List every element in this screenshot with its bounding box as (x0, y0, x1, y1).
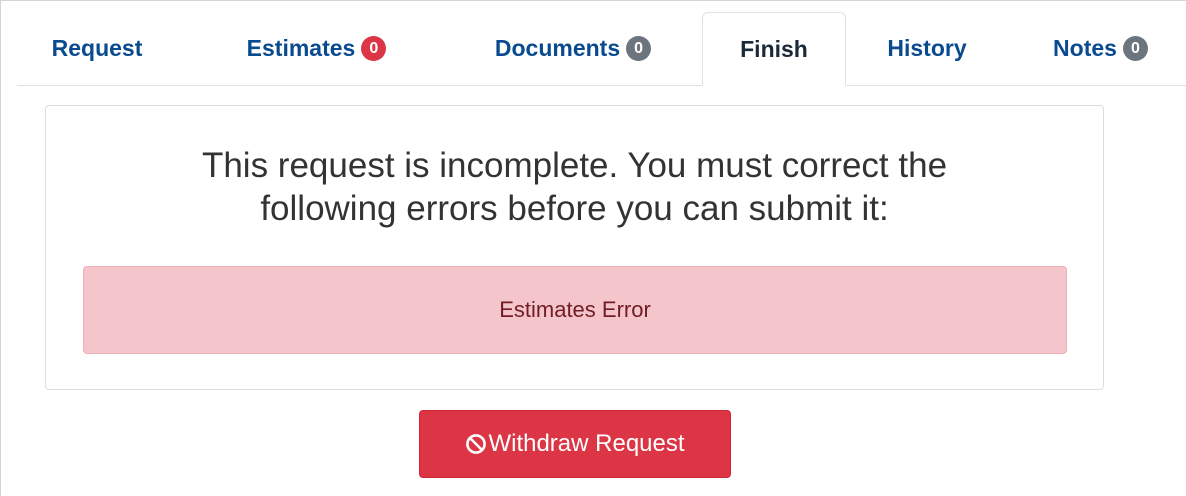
tab-estimates[interactable]: Estimates 0 (209, 12, 424, 85)
withdraw-request-label: Withdraw Request (488, 430, 685, 457)
error-alert: Estimates Error (83, 266, 1067, 354)
tab-documents[interactable]: Documents 0 (453, 12, 693, 85)
withdraw-request-button[interactable]: Withdraw Request (419, 410, 731, 478)
tab-estimates-label: Estimates (246, 35, 356, 61)
incomplete-message-line-2: following errors before you can submit i… (260, 189, 889, 228)
tab-finish[interactable]: Finish (702, 12, 846, 86)
notes-count-badge: 0 (1122, 36, 1148, 61)
tab-finish-label: Finish (740, 35, 808, 62)
estimates-count-badge: 0 (361, 36, 387, 61)
tab-notes-label: Notes (1053, 35, 1117, 61)
tab-notes[interactable]: Notes 0 (1028, 12, 1173, 85)
error-alert-text: Estimates Error (499, 297, 651, 322)
tab-request-label: Request (51, 35, 143, 61)
tab-documents-label: Documents (494, 35, 621, 61)
tab-request[interactable]: Request (17, 12, 177, 85)
request-panel: Request Estimates 0 Documents 0 Finish H… (0, 0, 1186, 496)
finish-card: This request is incomplete. You must cor… (45, 105, 1104, 390)
tab-bar: Request Estimates 0 Documents 0 Finish H… (17, 12, 1186, 86)
incomplete-message-line-1: This request is incomplete. You must cor… (201, 146, 948, 185)
tab-history-label: History (887, 35, 967, 61)
documents-count-badge: 0 (626, 36, 652, 61)
ban-icon (465, 433, 488, 455)
tab-history[interactable]: History (862, 12, 992, 85)
incomplete-message: This request is incomplete. You must cor… (46, 144, 1103, 230)
